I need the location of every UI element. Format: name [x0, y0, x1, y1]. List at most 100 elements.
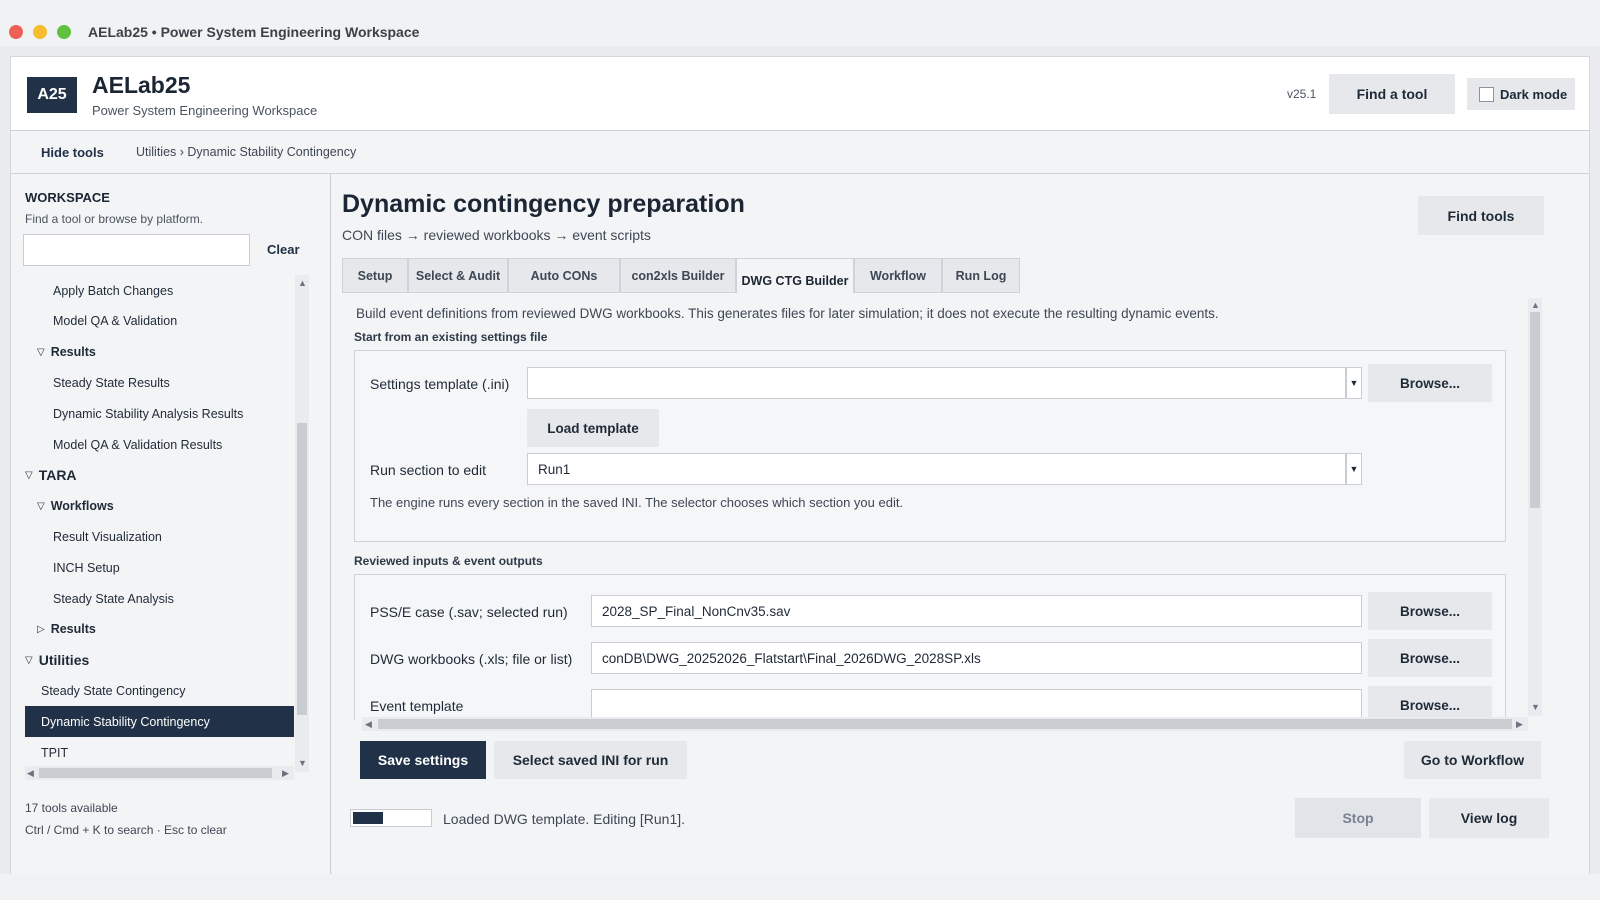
sidebar-vertical-scrollbar[interactable]: ▲ ▼ [295, 275, 309, 772]
chevron-down-icon[interactable]: ▼ [1346, 367, 1362, 399]
sidebar-item-label: Dynamic Stability Contingency [41, 714, 210, 729]
find-a-tool-button[interactable]: Find a tool [1329, 74, 1455, 114]
load-template-button[interactable]: Load template [527, 409, 659, 447]
inputs-section-label: Reviewed inputs & event outputs [354, 554, 543, 568]
breadcrumb-bar: Hide tools Utilities › Dynamic Stability… [11, 131, 1589, 174]
workbooks-browse-button[interactable]: Browse... [1368, 639, 1492, 677]
sidebar-horizontal-scrollbar[interactable]: ◀ ▶ [25, 766, 294, 780]
workbooks-label: DWG workbooks (.xls; file or list) [370, 651, 573, 667]
sidebar-item[interactable]: ▷ Results [25, 614, 294, 645]
sidebar-item[interactable]: ▽ Utilities [25, 645, 294, 676]
progress-fill [353, 812, 383, 824]
sidebar-item[interactable]: Steady State Results [25, 367, 294, 398]
sidebar-item-label: Results [50, 622, 96, 637]
event-template-browse-button[interactable]: Browse... [1368, 686, 1492, 720]
sidebar-item[interactable]: Dynamic Stability Analysis Results [25, 398, 294, 429]
sidebar-item[interactable]: Apply Batch Changes [25, 275, 294, 306]
scroll-down-icon[interactable]: ▼ [298, 758, 307, 768]
stop-button[interactable]: Stop [1295, 798, 1421, 838]
window-bottom-edge [0, 874, 1600, 900]
find-tools-button[interactable]: Find tools [1418, 196, 1544, 235]
tools-count: 17 tools available [25, 801, 118, 815]
scroll-up-icon[interactable]: ▲ [1531, 300, 1540, 310]
dark-mode-toggle[interactable]: Dark mode [1467, 78, 1575, 110]
tab-run-log[interactable]: Run Log [942, 258, 1020, 293]
go-to-workflow-button[interactable]: Go to Workflow [1404, 741, 1541, 779]
sidebar-item[interactable]: ▽ Results [25, 337, 294, 368]
case-input[interactable]: 2028_SP_Final_NonCnv35.sav [591, 595, 1362, 627]
template-select[interactable] [527, 367, 1346, 399]
save-settings-button[interactable]: Save settings [360, 741, 486, 779]
tab-con2xls-builder[interactable]: con2xls Builder [620, 258, 736, 293]
template-browse-button[interactable]: Browse... [1368, 364, 1492, 402]
event-template-input[interactable] [591, 689, 1362, 720]
close-window-button[interactable] [9, 25, 23, 39]
hide-tools-button[interactable]: Hide tools [41, 145, 104, 160]
panel-horizontal-scrollbar[interactable]: ◀ ▶ [362, 717, 1528, 731]
scroll-down-icon[interactable]: ▼ [1531, 702, 1540, 712]
app-logo: A25 [27, 77, 77, 113]
sidebar-item[interactable]: INCH Setup [25, 552, 294, 583]
sidebar-item[interactable]: ▽ TARA [25, 460, 294, 491]
workbooks-input[interactable]: conDB\DWG_20252026_Flatstart\Final_2026D… [591, 642, 1362, 674]
inputs-group: PSS/E case (.sav; selected run) 2028_SP_… [354, 574, 1506, 720]
app-subtitle: Power System Engineering Workspace [92, 103, 318, 118]
tab-select-audit[interactable]: Select & Audit [408, 258, 508, 293]
sidebar-item[interactable]: Model QA & Validation [25, 306, 294, 337]
clear-search-button[interactable]: Clear [267, 242, 300, 257]
run-section-label: Run section to edit [370, 462, 486, 478]
expand-open-icon[interactable]: ▽ [37, 501, 45, 512]
progress-bar [350, 809, 432, 827]
app-header: A25 AELab25 Power System Engineering Wor… [11, 57, 1589, 131]
sidebar: WORKSPACE Find a tool or browse by platf… [11, 174, 331, 874]
sidebar-item-label: TPIT [41, 745, 69, 760]
tool-search-input[interactable] [23, 234, 250, 266]
tab-setup[interactable]: Setup [342, 258, 408, 293]
scroll-thumb[interactable] [39, 768, 272, 778]
minimize-window-button[interactable] [33, 25, 47, 39]
sidebar-item-label: TARA [38, 467, 77, 484]
sidebar-item[interactable]: ▽ Workflows [25, 491, 294, 522]
scroll-right-icon[interactable]: ▶ [282, 768, 289, 779]
expand-open-icon[interactable]: ▽ [37, 347, 45, 358]
scroll-right-icon[interactable]: ▶ [1516, 719, 1523, 730]
scroll-thumb[interactable] [297, 423, 307, 715]
case-browse-button[interactable]: Browse... [1368, 592, 1492, 630]
app-name: AELab25 [92, 72, 191, 98]
panel-vertical-scrollbar[interactable]: ▲ ▼ [1528, 298, 1542, 716]
view-log-button[interactable]: View log [1429, 798, 1549, 838]
expand-open-icon[interactable]: ▽ [25, 655, 33, 666]
scroll-left-icon[interactable]: ◀ [365, 719, 372, 730]
builder-panel: Build event definitions from reviewed DW… [342, 294, 1522, 720]
scroll-thumb[interactable] [1530, 312, 1540, 508]
tab-workflow[interactable]: Workflow [854, 258, 942, 293]
page-title: Dynamic contingency preparation [342, 190, 745, 218]
sidebar-item[interactable]: Steady State Contingency [25, 675, 294, 706]
sidebar-item-label: Apply Batch Changes [53, 283, 174, 298]
sidebar-item-label: Workflows [50, 499, 114, 514]
sidebar-item-label: Steady State Analysis [53, 591, 174, 606]
tab-dwg-ctg-builder[interactable]: DWG CTG Builder [736, 258, 854, 293]
expand-open-icon[interactable]: ▽ [25, 470, 33, 481]
chevron-down-icon[interactable]: ▼ [1346, 453, 1362, 485]
version-label: v25.1 [1287, 87, 1317, 101]
run-section-select[interactable]: Run1 [527, 453, 1346, 485]
select-saved-ini-button[interactable]: Select saved INI for run [494, 741, 687, 779]
sidebar-item-label: Steady State Contingency [41, 683, 186, 698]
dark-mode-label: Dark mode [1500, 86, 1568, 102]
dark-mode-checkbox[interactable] [1479, 86, 1494, 102]
sidebar-item[interactable]: Result Visualization [25, 521, 294, 552]
maximize-window-button[interactable] [57, 25, 71, 39]
sidebar-item[interactable]: TPIT [25, 737, 294, 765]
breadcrumb: Utilities › Dynamic Stability Contingenc… [136, 145, 357, 159]
scroll-up-icon[interactable]: ▲ [298, 278, 307, 288]
scroll-left-icon[interactable]: ◀ [27, 768, 34, 779]
shortcut-hint: Ctrl / Cmd + K to search · Esc to clear [25, 823, 227, 837]
workspace-subtitle: Find a tool or browse by platform. [25, 212, 204, 226]
tab-auto-cons[interactable]: Auto CONs [508, 258, 620, 293]
sidebar-item[interactable]: Dynamic Stability Contingency [25, 706, 294, 738]
expand-closed-icon[interactable]: ▷ [37, 624, 45, 635]
sidebar-item[interactable]: Steady State Analysis [25, 583, 294, 614]
scroll-thumb[interactable] [378, 719, 1512, 729]
sidebar-item[interactable]: Model QA & Validation Results [25, 429, 294, 460]
